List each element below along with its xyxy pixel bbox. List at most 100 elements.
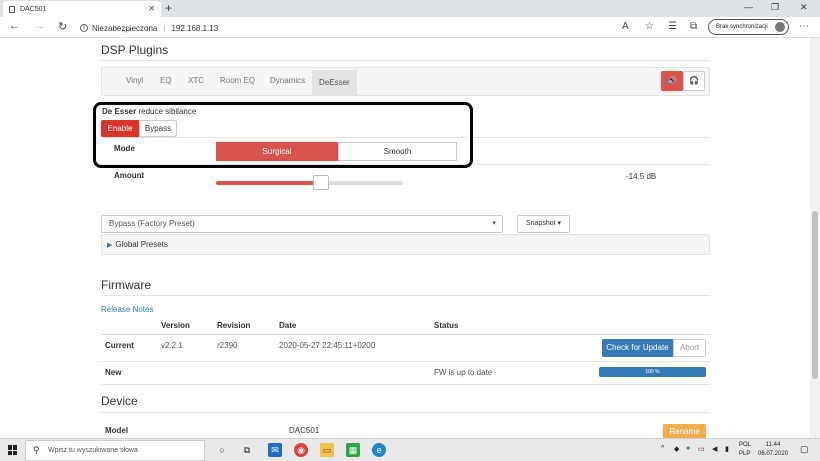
rename-button[interactable]: Rename: [663, 424, 706, 438]
column-header-date: Date: [279, 321, 297, 330]
preset-select[interactable]: Bypass (Factory Preset) ▾: [101, 215, 503, 233]
tab-title: DAC501: [20, 5, 47, 13]
file-explorer-icon[interactable]: ▭: [320, 443, 334, 457]
amount-slider[interactable]: [216, 181, 403, 185]
table-header-divider: [101, 334, 710, 335]
close-tab-icon[interactable]: ✕: [148, 4, 155, 13]
language-bottom: PLP: [739, 451, 751, 457]
windows-start-icon[interactable]: [8, 445, 18, 455]
highlight-annotation: [93, 102, 473, 168]
sync-label: Brak synchronizacji: [716, 24, 768, 30]
clock-date: 06.07.2020: [758, 451, 789, 457]
column-header-version: Version: [161, 321, 190, 330]
tab-xtc[interactable]: XTC: [188, 76, 204, 85]
snapshot-button[interactable]: Snapshot ▾: [517, 215, 570, 233]
clock-time: 11:44: [765, 442, 781, 448]
language-top: POL: [739, 442, 752, 448]
url-separator: |: [163, 23, 166, 33]
check-for-update-button[interactable]: Check for Update: [602, 339, 673, 357]
clock[interactable]: 11:44 06.07.2020: [758, 441, 788, 459]
column-header-revision: Revision: [217, 321, 251, 330]
taskbar-search-placeholder: Wpisz tu wyszukiwane słowa: [48, 447, 138, 454]
chrome-icon[interactable]: ◉: [294, 443, 308, 457]
favorite-star-icon[interactable]: ☆: [645, 21, 654, 32]
browser-tab-bar: DAC501 ✕ + — ❐ ✕: [0, 0, 820, 17]
caret-right-icon: ▶: [107, 242, 113, 249]
current-date: 2020-05-27 22:45:11+0200: [279, 341, 376, 350]
browser-tab[interactable]: DAC501 ✕: [3, 1, 161, 17]
model-value: DAC501: [289, 426, 320, 435]
tray-app-icon[interactable]: ◆: [674, 445, 679, 453]
tab-vinyl[interactable]: Vinyl: [126, 76, 143, 85]
tab-room-eq[interactable]: Room EQ: [220, 76, 255, 85]
speaker-icon[interactable]: 🔊: [661, 71, 683, 91]
notifications-icon[interactable]: ▢: [800, 444, 809, 455]
url-text: 192.168.1.13: [171, 23, 219, 33]
new-tab-button[interactable]: +: [165, 1, 172, 15]
tab-dynamics[interactable]: Dynamics: [270, 76, 305, 85]
divider: [101, 60, 710, 61]
page-scrollbar[interactable]: [810, 38, 820, 438]
firmware-status: FW is up to date: [434, 368, 493, 377]
tray-volume-icon[interactable]: ◀: [712, 445, 717, 453]
divider: [101, 412, 710, 413]
plugin-tab-bar: Vinyl EQ XTC Room EQ Dynamics DeEsser 🔊 …: [101, 67, 710, 96]
close-window-button[interactable]: ✕: [800, 2, 808, 13]
taskbar-app-divider: [347, 443, 361, 457]
edge-icon[interactable]: e: [372, 443, 386, 457]
address-bar: ← → ↻ i Niezabezpieczona | 192.168.1.13 …: [0, 17, 820, 38]
dsp-heading: DSP Plugins: [101, 43, 169, 57]
update-progress-bar: 100 %: [599, 367, 706, 377]
mail-icon[interactable]: ✉: [268, 443, 282, 457]
chevron-down-icon: ▾: [492, 220, 496, 227]
tray-chevron-up-icon[interactable]: ^: [661, 445, 664, 452]
url-field[interactable]: i Niezabezpieczona | 192.168.1.13: [80, 21, 600, 35]
current-version: v2.2.1: [161, 341, 183, 350]
taskbar: ⚲ Wpisz tu wyszukiwane słowa ○ ⧉ ✉ ◉ ▭ ▦…: [0, 438, 820, 461]
divider: [101, 384, 710, 385]
progress-fill: 100 %: [599, 367, 706, 377]
info-icon[interactable]: i: [80, 24, 88, 32]
page-icon: [9, 5, 15, 13]
amount-value: -14.5 dB: [626, 172, 657, 181]
device-heading: Device: [101, 394, 138, 408]
forward-icon[interactable]: →: [34, 20, 45, 32]
current-revision: r2390: [217, 341, 238, 350]
maximize-button[interactable]: ❐: [771, 2, 779, 13]
tab-eq[interactable]: EQ: [160, 76, 172, 85]
minimize-button[interactable]: —: [744, 2, 753, 12]
tray-security-icon[interactable]: ●: [686, 445, 690, 452]
release-notes-link[interactable]: Release Notes: [101, 305, 153, 314]
preset-value: Bypass (Factory Preset): [109, 219, 195, 228]
collections-icon[interactable]: ⧉: [690, 21, 697, 32]
taskbar-search-field[interactable]: ⚲ Wpisz tu wyszukiwane słowa: [25, 440, 205, 461]
page-content: DSP Plugins Vinyl EQ XTC Room EQ Dynamic…: [0, 38, 810, 438]
sync-button[interactable]: Brak synchronizacji: [708, 19, 789, 35]
column-header-status: Status: [434, 321, 459, 330]
divider: [101, 295, 710, 296]
task-view-icon[interactable]: ⧉: [240, 443, 254, 457]
global-presets-toggle[interactable]: ▶ Global Presets: [101, 234, 710, 255]
profile-avatar: [774, 22, 785, 32]
amount-slider-handle[interactable]: [312, 175, 329, 190]
back-icon[interactable]: ←: [9, 20, 20, 32]
new-row-label: New: [105, 368, 122, 377]
tray-network-icon[interactable]: ▭: [698, 445, 705, 453]
amount-label: Amount: [114, 171, 145, 180]
favorites-list-icon[interactable]: ☰: [668, 21, 677, 32]
cortana-icon[interactable]: ○: [215, 443, 229, 457]
tray-battery-icon[interactable]: ▮: [725, 445, 729, 453]
read-aloud-icon[interactable]: A: [622, 21, 629, 32]
model-label: Model: [105, 426, 129, 435]
current-row-label: Current: [105, 341, 134, 350]
firmware-heading: Firmware: [101, 278, 151, 292]
more-menu-icon[interactable]: ⋯: [799, 21, 809, 32]
scrollbar-thumb[interactable]: [812, 211, 818, 379]
divider: [101, 361, 710, 362]
tab-deesser[interactable]: DeEsser: [312, 70, 357, 95]
language-indicator[interactable]: POL PLP: [739, 441, 751, 459]
headphones-icon[interactable]: 🎧: [683, 71, 705, 91]
search-icon: ⚲: [33, 445, 40, 455]
abort-button[interactable]: Abort: [673, 339, 706, 357]
refresh-icon[interactable]: ↻: [58, 20, 67, 33]
